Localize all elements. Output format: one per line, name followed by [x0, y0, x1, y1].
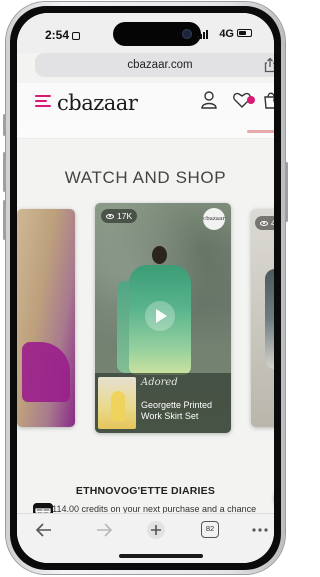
power-button — [285, 162, 288, 222]
brand-badge: cbazaar — [203, 208, 225, 230]
eye-icon — [260, 220, 268, 226]
wishlist-count-badge — [247, 96, 255, 104]
browser-toolbar: 82 — [17, 513, 274, 563]
video-card-next[interactable]: 467 — [251, 209, 274, 427]
forward-icon[interactable] — [95, 522, 113, 538]
action-button — [3, 114, 6, 136]
eye-icon — [106, 213, 114, 219]
url-text: cbazaar.com — [127, 59, 193, 71]
home-indicator — [119, 554, 203, 558]
volume-down-button — [3, 200, 6, 240]
more-icon[interactable] — [252, 528, 268, 532]
site-logo[interactable]: cbazaar — [57, 91, 138, 115]
share-icon[interactable] — [263, 57, 274, 73]
volume-up-button — [3, 152, 6, 192]
phone-frame: 2:54 4G cbazaar.com cbazaar WATCH AND SH… — [3, 2, 288, 574]
product-title[interactable]: Georgette Printed Work Skirt Set — [141, 400, 229, 422]
play-icon[interactable] — [145, 301, 175, 331]
video-caption-script: Adored — [141, 377, 178, 388]
status-bar: 2:54 4G — [17, 13, 274, 53]
site-header: cbazaar — [17, 83, 274, 123]
status-time: 2:54 — [45, 28, 81, 42]
back-icon[interactable] — [35, 522, 53, 538]
video-card-previous[interactable] — [17, 209, 75, 427]
product-thumbnail[interactable] — [98, 377, 136, 429]
account-icon[interactable] — [201, 91, 217, 109]
camera-icon — [182, 29, 192, 39]
screen-record-icon — [72, 32, 81, 40]
product-overlay[interactable]: Adored Georgette Printed Work Skirt Set — [95, 373, 231, 433]
dynamic-island — [113, 22, 201, 46]
new-tab-icon[interactable] — [146, 520, 166, 540]
view-count-badge: 17K — [101, 209, 138, 223]
battery-icon — [237, 29, 252, 37]
video-card-featured[interactable]: 17K cbazaar Adored Georgette Printed Wor… — [95, 203, 231, 433]
network-type: 4G — [219, 28, 234, 40]
tabs-button[interactable]: 82 — [201, 521, 219, 538]
address-bar[interactable]: cbazaar.com — [35, 53, 274, 77]
view-count-badge: 467 — [255, 216, 274, 230]
signal-icon — [197, 30, 208, 39]
cart-count-badge — [273, 96, 274, 104]
screen: 2:54 4G cbazaar.com cbazaar WATCH AND SH… — [17, 13, 274, 563]
diaries-title: ETHNOVOG'ETTE DIARIES — [75, 485, 216, 497]
banner-strip — [17, 123, 274, 139]
section-title: WATCH AND SHOP — [64, 168, 227, 187]
menu-icon[interactable] — [35, 95, 51, 107]
